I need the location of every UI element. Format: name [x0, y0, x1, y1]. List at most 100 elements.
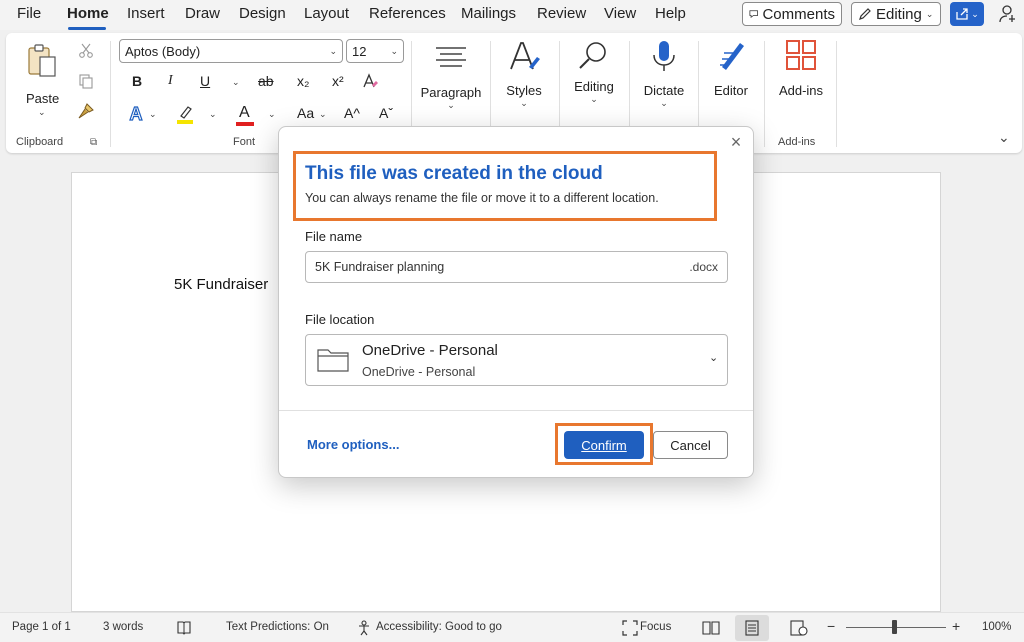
- paste-button[interactable]: [24, 43, 60, 79]
- font-size-select[interactable]: 12 ⌄: [346, 39, 404, 63]
- chevron-down-icon: ⌄: [390, 45, 398, 56]
- copy-icon: [79, 74, 93, 89]
- font-name-select[interactable]: Aptos (Body) ⌄: [119, 39, 343, 63]
- file-extension: .docx: [689, 260, 718, 274]
- file-name-value: 5K Fundraiser planning: [315, 260, 445, 274]
- bold-button[interactable]: B: [132, 73, 142, 89]
- chevron-down-icon: ⌄: [709, 352, 719, 364]
- web-layout-icon[interactable]: [790, 620, 808, 636]
- cut-button[interactable]: [76, 41, 96, 61]
- file-location-select[interactable]: OneDrive - Personal OneDrive - Personal …: [305, 334, 728, 386]
- underline-button[interactable]: U: [200, 73, 210, 89]
- read-mode-icon[interactable]: [702, 620, 720, 636]
- tab-view[interactable]: View: [604, 5, 636, 22]
- chevron-down-icon[interactable]: ⌄: [319, 109, 327, 120]
- tab-draw[interactable]: Draw: [185, 5, 220, 22]
- zoom-slider-thumb[interactable]: [892, 620, 897, 634]
- comment-icon: [749, 10, 758, 19]
- confirm-button[interactable]: Confirm: [564, 431, 644, 459]
- superscript-button[interactable]: x²: [332, 73, 344, 89]
- tab-help[interactable]: Help: [655, 5, 686, 22]
- tab-home[interactable]: Home: [67, 5, 109, 22]
- paragraph-icon: [436, 47, 466, 67]
- chevron-down-icon: ⌄: [447, 100, 455, 110]
- page-count[interactable]: Page 1 of 1: [12, 621, 71, 633]
- clear-formatting-button[interactable]: [360, 71, 380, 91]
- dictate-label: Dictate: [643, 83, 685, 98]
- location-main-value: OneDrive - Personal: [362, 342, 498, 359]
- brush-icon: [78, 103, 94, 119]
- comments-button[interactable]: Comments: [742, 2, 842, 26]
- accessibility-icon[interactable]: [356, 620, 374, 636]
- focus-icon[interactable]: [622, 620, 638, 636]
- tab-mailings[interactable]: Mailings: [461, 5, 516, 22]
- word-count[interactable]: 3 words: [103, 621, 143, 633]
- microphone-icon: [653, 41, 675, 71]
- tab-review[interactable]: Review: [537, 5, 586, 22]
- editing-mode-label: Editing: [876, 5, 922, 23]
- cancel-button[interactable]: Cancel: [653, 431, 728, 459]
- tab-insert[interactable]: Insert: [127, 5, 165, 22]
- more-options-link[interactable]: More options...: [307, 437, 399, 452]
- location-sub-value: OneDrive - Personal: [362, 365, 476, 379]
- tab-design[interactable]: Design: [239, 5, 286, 22]
- change-case-button[interactable]: Aa: [297, 105, 314, 121]
- tab-layout[interactable]: Layout: [304, 5, 349, 22]
- chevron-down-icon[interactable]: ⌄: [149, 109, 157, 120]
- title-highlight-box: [293, 151, 717, 221]
- editing-button[interactable]: Editing ⌄: [566, 39, 622, 123]
- person-icon[interactable]: [998, 4, 1018, 24]
- add-ins-grid-icon: [786, 40, 816, 70]
- accessibility-status[interactable]: Accessibility: Good to go: [376, 621, 502, 633]
- dialog-subtitle: You can always rename the file or move i…: [305, 191, 659, 205]
- document-text[interactable]: 5K Fundraiser: [174, 276, 268, 293]
- text-effects-button[interactable]: A: [126, 103, 146, 125]
- editing-mode-button[interactable]: Editing ⌄: [851, 2, 941, 26]
- share-button[interactable]: ⌄: [950, 2, 984, 26]
- file-name-input[interactable]: 5K Fundraiser planning .docx: [305, 251, 728, 283]
- copy-button[interactable]: [76, 71, 96, 91]
- menu-bar: File Home Insert Draw Design Layout Refe…: [0, 0, 1024, 30]
- proofing-book-icon[interactable]: [176, 620, 192, 636]
- chevron-down-icon[interactable]: ⌄: [268, 109, 276, 120]
- close-icon[interactable]: ×: [727, 133, 745, 151]
- font-color-button[interactable]: A: [234, 103, 256, 127]
- highlight-color-button[interactable]: [174, 103, 196, 125]
- styles-label: Styles: [506, 83, 542, 98]
- zoom-in-button[interactable]: +: [952, 618, 960, 634]
- paragraph-label: Paragraph: [420, 85, 482, 100]
- shrink-font-button[interactable]: Aˇ: [379, 105, 393, 121]
- print-layout-icon[interactable]: [745, 620, 759, 636]
- chevron-down-icon: ⌄: [660, 98, 668, 108]
- paragraph-button[interactable]: Paragraph ⌄: [418, 39, 484, 123]
- dictate-button[interactable]: Dictate ⌄: [636, 39, 692, 123]
- chevron-down-icon[interactable]: ⌄: [232, 77, 240, 88]
- dialog-launcher-icon[interactable]: ⧉: [90, 137, 97, 148]
- font-size-value: 12: [352, 43, 367, 59]
- styles-button[interactable]: Styles ⌄: [496, 39, 552, 123]
- zoom-out-button[interactable]: −: [827, 618, 835, 634]
- ribbon-divider: [836, 41, 837, 147]
- share-icon: [956, 8, 968, 20]
- chevron-down-icon[interactable]: ⌄: [38, 107, 46, 118]
- status-bar: Page 1 of 1 3 words Text Predictions: On…: [0, 612, 1024, 642]
- tab-references[interactable]: References: [369, 5, 446, 22]
- tab-file[interactable]: File: [17, 5, 41, 22]
- text-predictions-status[interactable]: Text Predictions: On: [226, 621, 329, 633]
- font-color-icon: A: [235, 104, 255, 126]
- folder-icon: [317, 349, 349, 372]
- grow-font-button[interactable]: A^: [344, 105, 360, 121]
- format-painter-button[interactable]: [76, 101, 96, 121]
- highlighter-icon: [177, 106, 193, 124]
- italic-button[interactable]: I: [168, 73, 173, 89]
- editor-button[interactable]: Editor: [704, 39, 758, 109]
- strikethrough-button[interactable]: ab: [258, 73, 274, 89]
- collapse-ribbon-icon[interactable]: ⌄: [998, 129, 1010, 146]
- focus-label[interactable]: Focus: [640, 621, 671, 633]
- chevron-down-icon[interactable]: ⌄: [209, 109, 217, 120]
- zoom-level[interactable]: 100%: [982, 621, 1011, 633]
- subscript-button[interactable]: x₂: [297, 73, 309, 89]
- comments-label: Comments: [762, 5, 835, 23]
- add-ins-button[interactable]: Add-ins: [771, 39, 831, 109]
- add-ins-label: Add-ins: [778, 83, 824, 98]
